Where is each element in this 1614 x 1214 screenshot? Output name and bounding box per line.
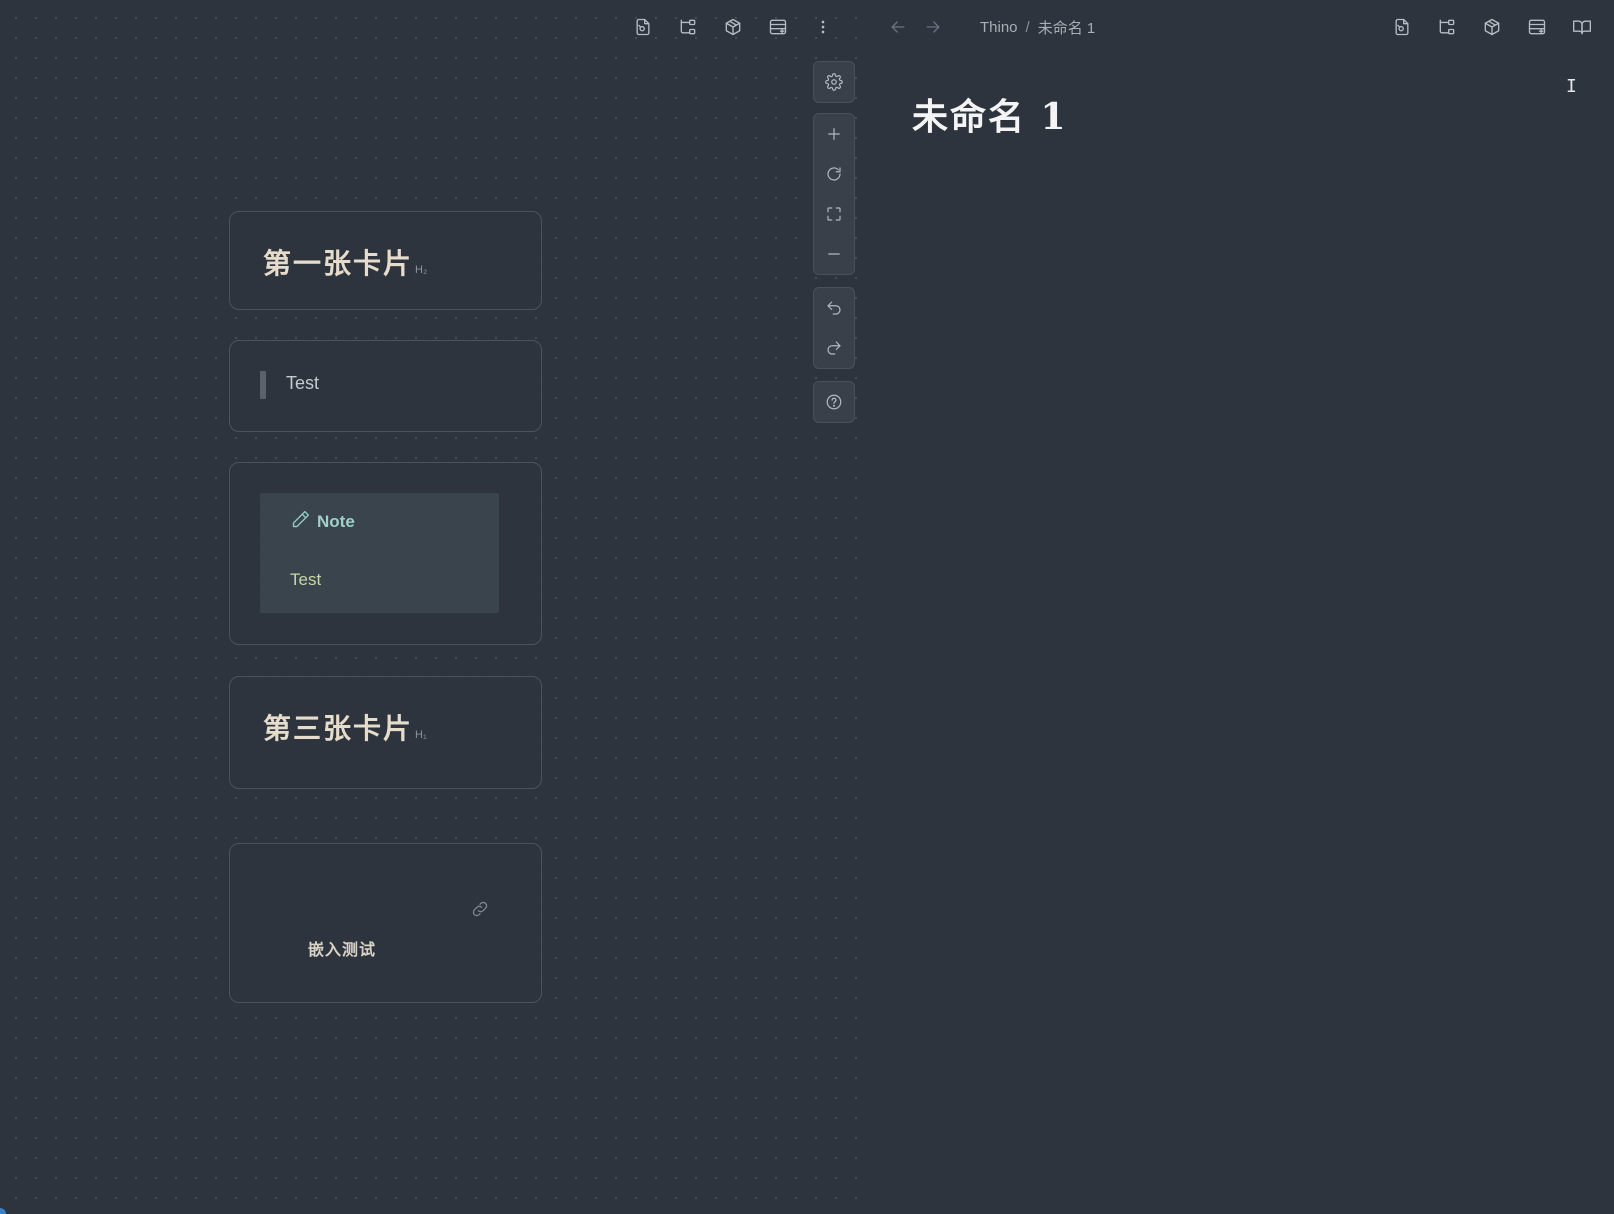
heading-level-badge: H₁ [415,729,427,741]
link-icon[interactable] [470,899,490,923]
tree-icon[interactable] [1424,7,1469,47]
back-arrow-icon[interactable] [880,7,915,47]
note-callout: Note Test [260,493,499,613]
layout-icon[interactable] [755,7,800,47]
canvas-settings-group [813,61,855,103]
document-title[interactable]: 未命名 1 [912,88,1068,140]
heading-level-badge: H₂ [415,264,428,276]
help-icon[interactable] [814,382,854,422]
breadcrumb-folder[interactable]: Thino [980,19,1018,36]
callout-title: Note [317,511,355,531]
editor-header: Thino / 未命名 1 [880,0,1614,54]
pencil-icon [290,509,311,534]
more-vertical-icon[interactable] [800,7,845,47]
zoom-out-icon[interactable] [814,234,854,274]
fit-icon[interactable] [814,194,854,234]
layout-icon[interactable] [1514,7,1559,47]
blockquote-bar [260,371,266,399]
breadcrumb: Thino / 未命名 1 [980,17,1095,38]
reset-icon[interactable] [814,154,854,194]
undo-icon[interactable] [814,288,854,328]
canvas-card-3[interactable]: Note Test [229,462,542,645]
text-cursor-icon: I [1566,76,1577,97]
embed-text: 嵌入测试 [308,940,377,959]
callout-header: Note [290,509,355,534]
canvas-card-1[interactable]: 第一张卡片 H₂ [229,211,542,310]
card-heading-text: 第三张卡片 [263,712,414,745]
card-heading: 第一张卡片 H₂ [263,242,427,282]
callout-body: Test [290,570,322,589]
card-heading: 第三张卡片 H₁ [263,707,427,747]
breadcrumb-file[interactable]: 未命名 1 [1038,17,1096,38]
card-heading-text: 第一张卡片 [263,247,414,280]
book-open-icon[interactable] [1559,7,1604,47]
forward-arrow-icon[interactable] [915,7,950,47]
canvas-card-2[interactable]: Test [229,340,542,432]
canvas-help-group [813,381,855,423]
package-icon[interactable] [710,7,755,47]
breadcrumb-separator: / [1025,18,1030,36]
canvas-card-5[interactable]: 嵌入测试 [229,843,542,1003]
blockquote-text: Test [286,373,320,393]
redo-icon[interactable] [814,328,854,368]
canvas-header [620,0,845,54]
settings-icon[interactable] [814,62,854,102]
canvas-zoom-group [813,113,855,275]
file-open-icon[interactable] [620,7,665,47]
editor-actions [1379,7,1604,47]
zoom-in-icon[interactable] [814,114,854,154]
canvas-history-group [813,287,855,369]
tree-icon[interactable] [665,7,710,47]
package-icon[interactable] [1469,7,1514,47]
canvas-card-4[interactable]: 第三张卡片 H₁ [229,676,542,789]
file-open-icon[interactable] [1379,7,1424,47]
